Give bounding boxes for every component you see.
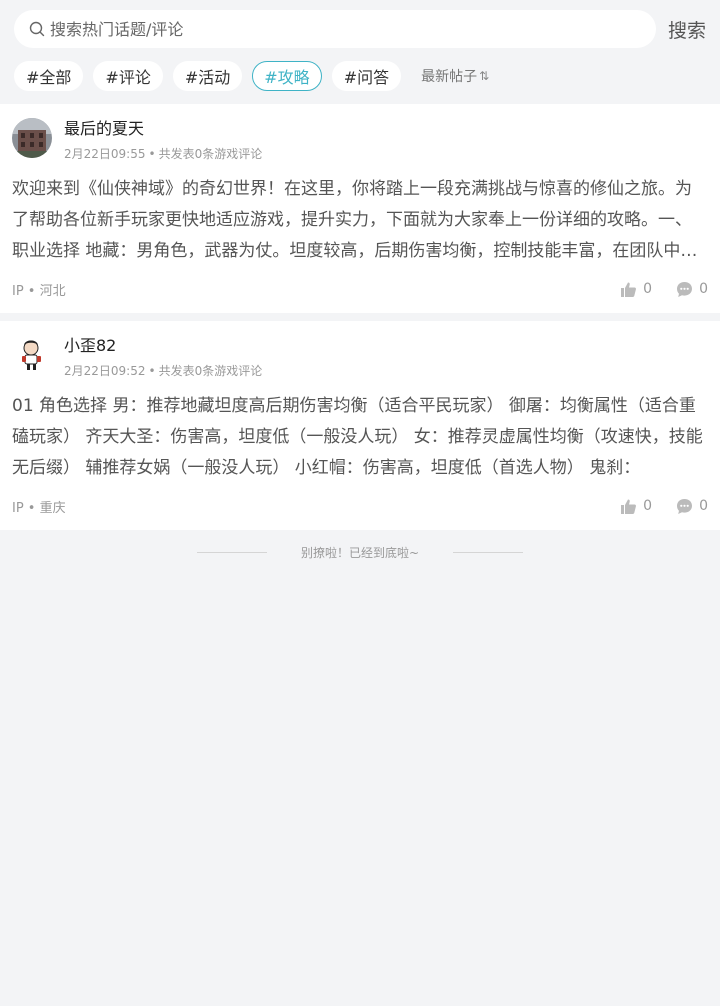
comment-count: 0 <box>699 281 708 297</box>
comment-bubble-icon <box>677 498 693 514</box>
avatar[interactable] <box>12 118 52 158</box>
post-ip-location: IP • 河北 <box>12 283 66 299</box>
thumbs-up-icon <box>621 282 637 297</box>
tag-filter-row: #全部 #评论 #活动 #攻略 #问答 最新帖子 ⇅ <box>14 60 706 92</box>
post-meta: 2月22日09:55 • 共发表0条游戏评论 <box>64 146 262 162</box>
comment-button[interactable]: 0 <box>676 498 708 515</box>
meta-separator: • <box>148 147 156 161</box>
post-card[interactable]: 小歪82 2月22日09:52 • 共发表0条游戏评论 01 角色选择 男：推荐地藏… <box>0 321 720 530</box>
post-footer: IP • 重庆 0 0 <box>12 496 708 516</box>
search-row: 搜索 <box>14 10 706 48</box>
meta-separator: • <box>148 364 156 378</box>
author-block: 最后的夏天 2月22日09:55 • 共发表0条游戏评论 <box>64 118 262 162</box>
tag-reviews[interactable]: #评论 <box>93 61 163 91</box>
header: 搜索 #全部 #评论 #活动 #攻略 #问答 最新帖子 ⇅ <box>0 0 720 92</box>
divider-right <box>453 551 524 553</box>
search-box[interactable] <box>14 10 656 48</box>
post-header: 最后的夏天 2月22日09:55 • 共发表0条游戏评论 <box>12 118 708 162</box>
comment-button[interactable]: 0 <box>676 281 708 298</box>
tag-guides[interactable]: #攻略 <box>252 61 322 91</box>
like-button[interactable]: 0 <box>620 281 652 298</box>
end-of-list-indicator: 别撩啦！已经到底啦~ <box>0 542 720 562</box>
like-count: 0 <box>643 498 653 514</box>
end-of-list-text: 别撩啦！已经到底啦~ <box>300 545 420 560</box>
post-time: 2月22日09:55 <box>64 147 146 161</box>
divider-left <box>196 551 267 553</box>
post-header: 小歪82 2月22日09:52 • 共发表0条游戏评论 <box>12 335 708 379</box>
avatar[interactable] <box>12 335 52 375</box>
sort-arrows-icon: ⇅ <box>479 69 490 83</box>
post-time: 2月22日09:52 <box>64 364 146 378</box>
author-name[interactable]: 小歪82 <box>64 335 262 357</box>
post-review-count: 共发表0条游戏评论 <box>158 364 263 378</box>
thumbs-up-icon <box>621 499 637 514</box>
comment-bubble-icon <box>677 281 693 297</box>
author-block: 小歪82 2月22日09:52 • 共发表0条游戏评论 <box>64 335 262 379</box>
post-list: 最后的夏天 2月22日09:55 • 共发表0条游戏评论 欢迎来到《仙侠神域》的奇幻… <box>0 104 720 530</box>
post-footer: IP • 河北 0 0 <box>12 279 708 299</box>
comment-count: 0 <box>699 498 708 514</box>
like-button[interactable]: 0 <box>620 498 652 515</box>
post-card[interactable]: 最后的夏天 2月22日09:55 • 共发表0条游戏评论 欢迎来到《仙侠神域》的奇幻… <box>0 104 720 313</box>
post-ip-location: IP • 重庆 <box>12 500 66 516</box>
tag-events[interactable]: #活动 <box>172 61 243 91</box>
tag-all[interactable]: #全部 <box>14 61 84 91</box>
post-review-count: 共发表0条游戏评论 <box>158 147 263 161</box>
post-body[interactable]: 欢迎来到《仙侠神域》的奇幻世界！在这里，你将踏上一段充满挑战与惊喜的修仙之旅。为… <box>12 174 708 267</box>
search-input[interactable] <box>50 19 642 39</box>
sort-label: 最新帖子 <box>421 69 478 85</box>
search-button[interactable]: 搜索 <box>668 16 706 43</box>
sort-selector[interactable]: 最新帖子 ⇅ <box>421 66 489 86</box>
search-icon <box>28 20 46 38</box>
post-body[interactable]: 01 角色选择 男：推荐地藏坦度高后期伤害均衡（适合平民玩家） 御屠：均衡属性（… <box>12 391 708 484</box>
tag-qa[interactable]: #问答 <box>331 61 402 91</box>
author-name[interactable]: 最后的夏天 <box>64 118 262 140</box>
post-meta: 2月22日09:52 • 共发表0条游戏评论 <box>64 363 262 379</box>
like-count: 0 <box>643 281 653 297</box>
